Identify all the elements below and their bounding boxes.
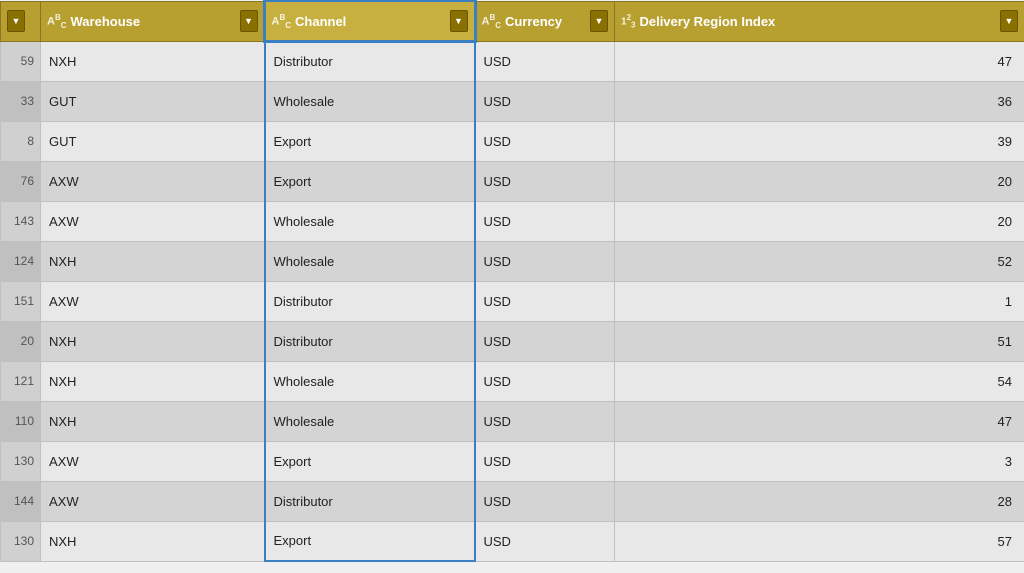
abc-channel-icon: ABC [272, 13, 292, 30]
table-body: 59NXHDistributorUSD4733GUTWholesaleUSD36… [1, 41, 1024, 561]
row-index: 59 [1, 41, 41, 81]
row-warehouse: AXW [41, 481, 265, 521]
row-delivery: 47 [615, 41, 1024, 81]
row-channel: Wholesale [265, 241, 475, 281]
row-channel: Wholesale [265, 361, 475, 401]
row-currency: USD [475, 361, 615, 401]
col-header-index[interactable] [1, 1, 41, 41]
row-index: 76 [1, 161, 41, 201]
row-warehouse: NXH [41, 521, 265, 561]
table-row: 143AXWWholesaleUSD20 [1, 201, 1024, 241]
row-index: 130 [1, 521, 41, 561]
row-channel: Export [265, 121, 475, 161]
table-row: 8GUTExportUSD39 [1, 121, 1024, 161]
row-warehouse: NXH [41, 401, 265, 441]
col-header-delivery[interactable]: 123 Delivery Region Index [615, 1, 1024, 41]
table-row: 130AXWExportUSD3 [1, 441, 1024, 481]
row-currency: USD [475, 241, 615, 281]
col-header-warehouse[interactable]: ABC Warehouse [41, 1, 265, 41]
sort-channel-button[interactable] [450, 10, 468, 32]
row-index: 124 [1, 241, 41, 281]
row-warehouse: AXW [41, 441, 265, 481]
row-channel: Distributor [265, 481, 475, 521]
table-row: 130NXHExportUSD57 [1, 521, 1024, 561]
table-row: 124NXHWholesaleUSD52 [1, 241, 1024, 281]
row-warehouse: AXW [41, 281, 265, 321]
row-delivery: 54 [615, 361, 1024, 401]
table-row: 33GUTWholesaleUSD36 [1, 81, 1024, 121]
row-channel: Wholesale [265, 81, 475, 121]
row-delivery: 36 [615, 81, 1024, 121]
row-delivery: 51 [615, 321, 1024, 361]
row-delivery: 20 [615, 201, 1024, 241]
row-index: 20 [1, 321, 41, 361]
channel-header-label: Channel [295, 14, 445, 29]
abc-warehouse-icon: ABC [47, 13, 67, 30]
row-index: 33 [1, 81, 41, 121]
row-currency: USD [475, 41, 615, 81]
row-warehouse: NXH [41, 321, 265, 361]
row-channel: Wholesale [265, 201, 475, 241]
num-delivery-icon: 123 [621, 13, 635, 29]
row-channel: Distributor [265, 321, 475, 361]
table-row: 144AXWDistributorUSD28 [1, 481, 1024, 521]
data-table: ABC Warehouse ABC Channel ABC Curr [0, 0, 1024, 573]
row-warehouse: AXW [41, 201, 265, 241]
col-header-currency[interactable]: ABC Currency [475, 1, 615, 41]
row-channel: Distributor [265, 281, 475, 321]
row-index: 143 [1, 201, 41, 241]
row-index: 121 [1, 361, 41, 401]
currency-header-label: Currency [505, 14, 586, 29]
row-channel: Export [265, 521, 475, 561]
row-index: 144 [1, 481, 41, 521]
col-header-channel[interactable]: ABC Channel [265, 1, 475, 41]
row-currency: USD [475, 161, 615, 201]
row-index: 8 [1, 121, 41, 161]
table-row: 121NXHWholesaleUSD54 [1, 361, 1024, 401]
row-currency: USD [475, 281, 615, 321]
table-row: 151AXWDistributorUSD1 [1, 281, 1024, 321]
row-channel: Export [265, 441, 475, 481]
row-index: 151 [1, 281, 41, 321]
row-index: 130 [1, 441, 41, 481]
delivery-header-label: Delivery Region Index [639, 14, 996, 29]
row-index: 110 [1, 401, 41, 441]
sort-index-button[interactable] [7, 10, 25, 32]
sort-delivery-button[interactable] [1000, 10, 1018, 32]
row-delivery: 28 [615, 481, 1024, 521]
row-currency: USD [475, 481, 615, 521]
row-warehouse: NXH [41, 361, 265, 401]
row-currency: USD [475, 121, 615, 161]
row-warehouse: NXH [41, 41, 265, 81]
row-warehouse: GUT [41, 81, 265, 121]
row-delivery: 47 [615, 401, 1024, 441]
row-currency: USD [475, 321, 615, 361]
row-currency: USD [475, 401, 615, 441]
row-channel: Wholesale [265, 401, 475, 441]
warehouse-header-label: Warehouse [71, 14, 236, 29]
row-channel: Distributor [265, 41, 475, 81]
table-row: 76AXWExportUSD20 [1, 161, 1024, 201]
row-warehouse: AXW [41, 161, 265, 201]
row-warehouse: NXH [41, 241, 265, 281]
row-currency: USD [475, 521, 615, 561]
row-delivery: 3 [615, 441, 1024, 481]
row-delivery: 57 [615, 521, 1024, 561]
row-delivery: 39 [615, 121, 1024, 161]
row-delivery: 52 [615, 241, 1024, 281]
row-warehouse: GUT [41, 121, 265, 161]
sort-warehouse-button[interactable] [240, 10, 258, 32]
abc-currency-icon: ABC [482, 13, 502, 30]
row-delivery: 20 [615, 161, 1024, 201]
sort-currency-button[interactable] [590, 10, 608, 32]
row-currency: USD [475, 201, 615, 241]
header-row: ABC Warehouse ABC Channel ABC Curr [1, 1, 1024, 41]
table-row: 59NXHDistributorUSD47 [1, 41, 1024, 81]
row-channel: Export [265, 161, 475, 201]
row-currency: USD [475, 81, 615, 121]
row-delivery: 1 [615, 281, 1024, 321]
row-currency: USD [475, 441, 615, 481]
table-row: 20NXHDistributorUSD51 [1, 321, 1024, 361]
table-row: 110NXHWholesaleUSD47 [1, 401, 1024, 441]
